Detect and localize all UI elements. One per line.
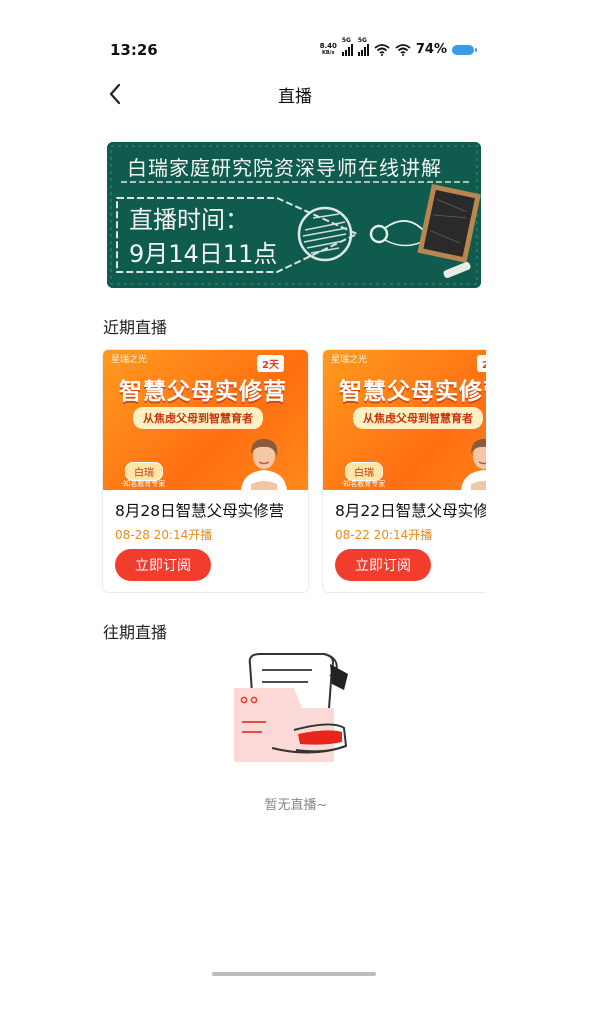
top-nav-bar: 直播 (95, 70, 495, 120)
live-page: 13:26 8.40 KB/s 5G 5G 74% 直播 白瑞家庭研究院资深导师… (0, 0, 592, 1032)
cover-brand: 星瑞之光 (331, 355, 368, 365)
live-card-time: 08-28 20:14开播 (115, 528, 213, 542)
status-time: 13:26 (110, 41, 158, 59)
cover-subtitle: 从焦虑父母到智慧育者 (353, 407, 483, 429)
live-card-time: 08-22 20:14开播 (335, 528, 433, 542)
banner-time-label: 直播时间： (129, 206, 249, 234)
recent-live-carousel[interactable]: 星瑞之光 2天 智慧父母实修营 从焦虑父母到智慧育者 白瑞 ·知名教育专家 8月… (102, 349, 486, 595)
cover-subtitle: 从焦虑父母到智慧育者 (133, 407, 263, 429)
page-title: 直播 (278, 87, 312, 107)
speaker-portrait-icon (241, 438, 287, 490)
network-speed: 8.40 KB/s (319, 41, 337, 57)
cover-title: 智慧父母实修营 (119, 379, 287, 405)
sim1-label: 5G (341, 36, 351, 44)
status-icons: 8.40 KB/s 5G 5G 74% (319, 37, 477, 57)
network-speed-unit: KB/s (321, 49, 335, 56)
cover-brand: 星瑞之光 (111, 355, 148, 365)
cover-days-badge: 2天 (257, 355, 284, 372)
banner-time-value: 9月14日11点 (129, 240, 278, 268)
subscribe-button[interactable]: 立即订阅 (335, 549, 431, 581)
signal-sim1-icon: 5G (341, 37, 353, 56)
banner-headline: 白瑞家庭研究院资深导师在线讲解 (127, 156, 442, 180)
empty-state-text: 暂无直播~ (264, 798, 328, 813)
wifi-secondary-icon (395, 43, 411, 56)
network-speed-value: 8.40 (319, 41, 337, 50)
live-card[interactable]: 星瑞之光 2天 智慧父母实修营 从焦虑父母到智慧育者 白瑞 ·知名教育专家 8月… (322, 349, 486, 593)
subscribe-button[interactable]: 立即订阅 (115, 549, 211, 581)
recent-live-title: 近期直播 (103, 318, 168, 337)
empty-document-icon (234, 653, 348, 762)
signal-sim2-icon: 5G (357, 37, 369, 56)
past-live-title: 往期直播 (103, 623, 168, 642)
live-card-cover[interactable]: 星瑞之光 2天 智慧父母实修营 从焦虑父母到智慧育者 白瑞 ·知名教育专家 (323, 350, 486, 490)
live-card-cover[interactable]: 星瑞之光 2天 智慧父母实修营 从焦虑父母到智慧育者 白瑞 ·知名教育专家 (103, 350, 308, 490)
live-card-title[interactable]: 8月22日智慧父母实修营 (335, 499, 486, 521)
cover-speaker-role: ·知名教育专家 (341, 480, 386, 488)
sim2-label: 5G (357, 36, 367, 44)
live-card-title[interactable]: 8月28日智慧父母实修营 (115, 499, 301, 521)
battery-icon (452, 44, 477, 55)
home-indicator[interactable] (212, 972, 376, 976)
cover-speaker-role: ·知名教育专家 (121, 480, 166, 488)
speaker-portrait-icon (461, 438, 486, 490)
battery-percent: 74% (415, 42, 447, 57)
cover-days-badge: 2天 (477, 355, 486, 372)
live-card[interactable]: 星瑞之光 2天 智慧父母实修营 从焦虑父母到智慧育者 白瑞 ·知名教育专家 8月… (102, 349, 309, 593)
wifi-icon (374, 43, 390, 56)
cover-title: 智慧父母实修营 (339, 379, 486, 405)
status-bar: 13:26 8.40 KB/s 5G 5G 74% (0, 0, 592, 62)
promo-banner[interactable]: 白瑞家庭研究院资深导师在线讲解 直播时间： 9月14日11点 (107, 142, 481, 288)
